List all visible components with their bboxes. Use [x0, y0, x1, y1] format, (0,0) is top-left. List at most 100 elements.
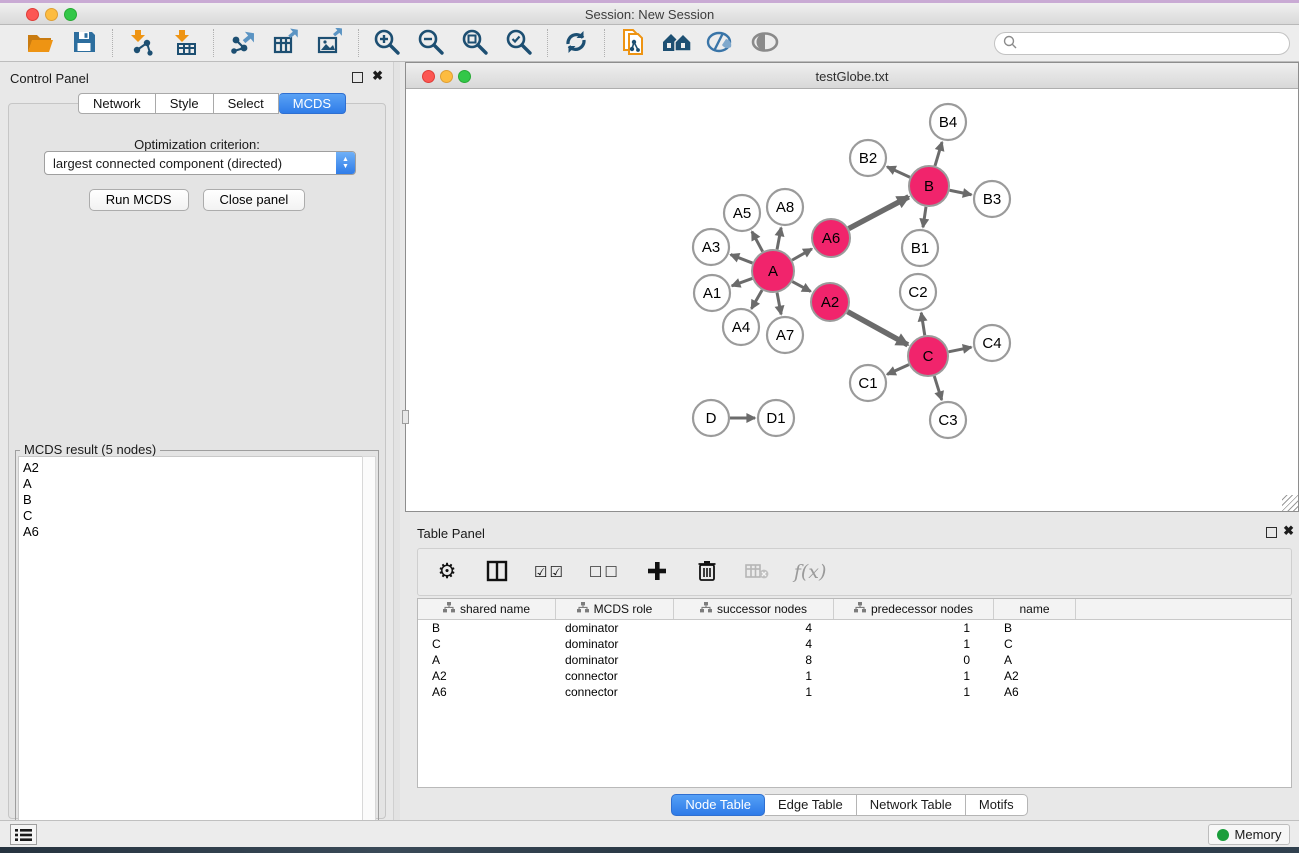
table-row[interactable]: Cdominator41C: [418, 636, 1291, 652]
edge-A-A7[interactable]: [777, 293, 781, 315]
tab-select[interactable]: Select: [214, 93, 279, 114]
network-view-titlebar[interactable]: testGlobe.txt: [406, 63, 1298, 89]
graph-node-B2[interactable]: B2: [850, 140, 886, 176]
export-image-button[interactable]: [315, 28, 345, 58]
export-network-button[interactable]: [227, 28, 257, 58]
graph-node-C2[interactable]: C2: [900, 274, 936, 310]
graph-node-C4[interactable]: C4: [974, 325, 1010, 361]
edge-B-B2[interactable]: [887, 167, 910, 177]
tab-mcds[interactable]: MCDS: [279, 93, 346, 114]
table-row[interactable]: A2connector11A2: [418, 668, 1291, 684]
tab-style[interactable]: Style: [156, 93, 214, 114]
column-header-successor-nodes[interactable]: successor nodes: [674, 599, 834, 619]
column-header-MCDS-role[interactable]: MCDS role: [556, 599, 674, 619]
graph-node-D[interactable]: D: [693, 400, 729, 436]
panel-splitter[interactable]: [393, 62, 400, 820]
graph-node-A3[interactable]: A3: [693, 229, 729, 265]
add-row-button[interactable]: [644, 557, 670, 587]
deselect-all-button[interactable]: ☐☐: [589, 557, 620, 587]
graph-node-D1[interactable]: D1: [758, 400, 794, 436]
edge-C-C2[interactable]: [921, 313, 925, 336]
edge-A-A8[interactable]: [777, 228, 781, 250]
edge-C-C3[interactable]: [934, 376, 941, 400]
edge-A-A2[interactable]: [792, 282, 810, 292]
export-table-button[interactable]: [271, 28, 301, 58]
mcds-result-item[interactable]: C: [23, 508, 363, 524]
edge-C-C1[interactable]: [887, 365, 909, 375]
zoom-selected-button[interactable]: [504, 28, 534, 58]
control-panel-float-button[interactable]: [352, 72, 363, 83]
mcds-result-scrollbar[interactable]: [362, 456, 376, 849]
graph-node-B1[interactable]: B1: [902, 230, 938, 266]
tab-network-table[interactable]: Network Table: [857, 794, 966, 816]
mcds-result-item[interactable]: B: [23, 492, 363, 508]
zoom-fit-button[interactable]: [460, 28, 490, 58]
tab-network[interactable]: Network: [78, 93, 156, 114]
column-header-name[interactable]: name: [994, 599, 1076, 619]
edge-A-A4[interactable]: [751, 290, 762, 309]
graph-node-B4[interactable]: B4: [930, 104, 966, 140]
column-header-predecessor-nodes[interactable]: predecessor nodes: [834, 599, 994, 619]
column-header-shared-name[interactable]: shared name: [418, 599, 556, 619]
open-file-button[interactable]: [25, 28, 55, 58]
edge-B-B3[interactable]: [950, 190, 972, 195]
mcds-result-item[interactable]: A6: [23, 524, 363, 540]
run-mcds-button[interactable]: Run MCDS: [89, 189, 189, 211]
task-history-button[interactable]: [10, 824, 37, 845]
search-input[interactable]: [994, 32, 1290, 55]
table-row[interactable]: A6connector11A6: [418, 684, 1291, 700]
show-hide-button[interactable]: [750, 28, 780, 58]
edge-C-C4[interactable]: [949, 347, 972, 352]
copy-network-button[interactable]: [618, 28, 648, 58]
criterion-dropdown[interactable]: largest connected component (directed) ▲…: [44, 151, 356, 175]
resize-grip-icon[interactable]: [1282, 495, 1298, 511]
edge-B-B4[interactable]: [935, 142, 942, 166]
tab-node-table[interactable]: Node Table: [671, 794, 765, 816]
save-session-button[interactable]: [69, 28, 99, 58]
mcds-result-item[interactable]: A: [23, 476, 363, 492]
edge-A-A3[interactable]: [731, 255, 753, 263]
graph-node-A7[interactable]: A7: [767, 317, 803, 353]
control-panel-close-icon[interactable]: ✖: [372, 68, 383, 84]
graph-node-B3[interactable]: B3: [974, 181, 1010, 217]
columns-button[interactable]: [484, 557, 510, 587]
graph-node-C1[interactable]: C1: [850, 365, 886, 401]
graph-node-A5[interactable]: A5: [724, 195, 760, 231]
table-panel-close-icon[interactable]: ✖: [1283, 523, 1294, 539]
table-row[interactable]: Adominator80A: [418, 652, 1291, 668]
graph-node-A8[interactable]: A8: [767, 189, 803, 225]
memory-button[interactable]: Memory: [1208, 824, 1290, 845]
refresh-button[interactable]: [561, 28, 591, 58]
graph-node-B[interactable]: B: [909, 166, 949, 206]
graph-node-C3[interactable]: C3: [930, 402, 966, 438]
home-button[interactable]: [662, 28, 692, 58]
paint-style-button[interactable]: [706, 28, 736, 58]
search-text-field[interactable]: [1018, 35, 1289, 53]
table-panel-float-button[interactable]: [1266, 527, 1277, 538]
edge-A-A5[interactable]: [752, 232, 763, 252]
zoom-out-button[interactable]: [416, 28, 446, 58]
mcds-result-item[interactable]: A2: [23, 460, 363, 476]
import-network-button[interactable]: [126, 28, 156, 58]
import-table-button[interactable]: [170, 28, 200, 58]
window-titlebar[interactable]: Session: New Session: [0, 3, 1299, 25]
frame-left-grip[interactable]: [402, 410, 409, 424]
tab-edge-table[interactable]: Edge Table: [765, 794, 857, 816]
graph-node-A6[interactable]: A6: [812, 219, 850, 257]
edge-A-A1[interactable]: [732, 278, 753, 285]
gear-button[interactable]: ⚙: [434, 557, 460, 587]
network-graph[interactable]: A B C A6 A2 A5A8 A3 A1A4A7 B2 B4 B3 B1 C2 C4 C1 C3 D D1: [406, 89, 1298, 511]
graph-node-C[interactable]: C: [908, 336, 948, 376]
tab-motifs[interactable]: Motifs: [966, 794, 1028, 816]
edge-A6-B[interactable]: [849, 197, 909, 229]
edge-B-B1[interactable]: [923, 207, 926, 227]
graph-node-A1[interactable]: A1: [694, 275, 730, 311]
graph-node-A[interactable]: A: [752, 250, 794, 292]
trash-button[interactable]: [694, 557, 720, 587]
graph-node-A2[interactable]: A2: [811, 283, 849, 321]
graph-node-A4[interactable]: A4: [723, 309, 759, 345]
zoom-in-button[interactable]: [372, 28, 402, 58]
edge-A-A6[interactable]: [792, 249, 812, 260]
close-panel-button[interactable]: Close panel: [203, 189, 306, 211]
table-row[interactable]: Bdominator41B: [418, 620, 1291, 636]
